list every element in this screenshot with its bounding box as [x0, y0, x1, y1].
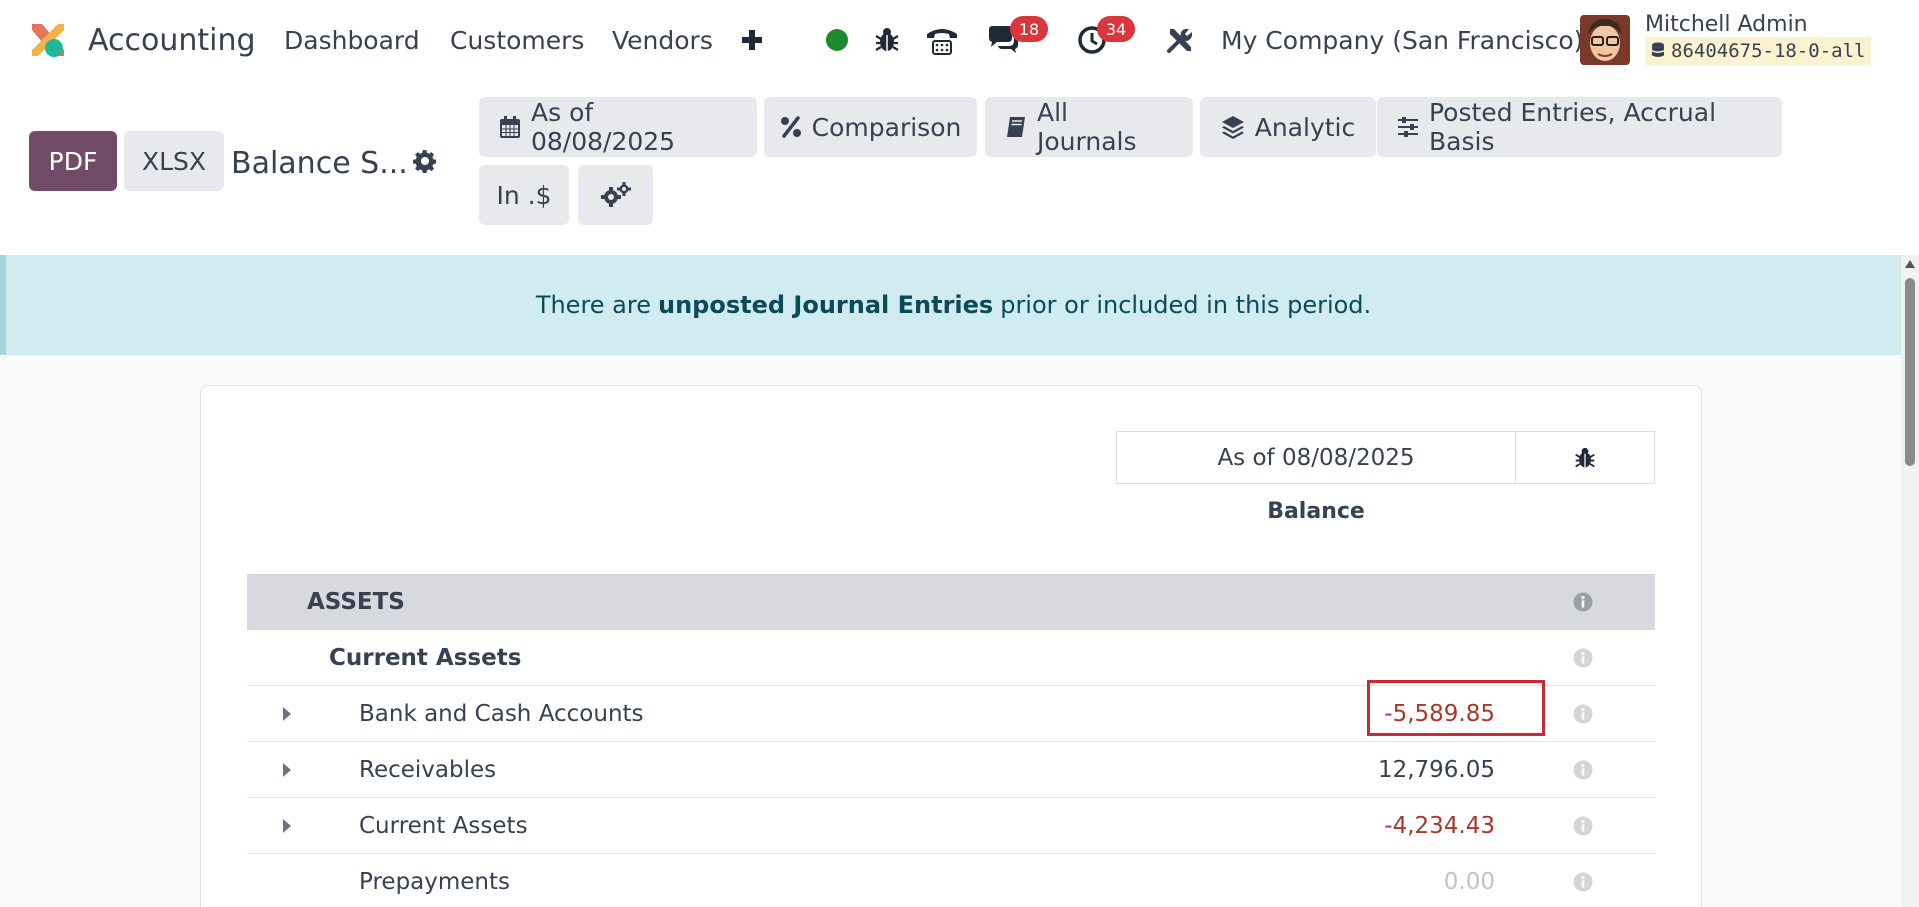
database-name: 86404675-18-0-all — [1671, 40, 1866, 62]
balance-column-header: Balance — [1267, 498, 1365, 524]
row-label: Current Assets — [329, 644, 522, 671]
phone-icon[interactable] — [924, 22, 960, 58]
options-filter-button[interactable]: Posted Entries, Accrual Basis — [1377, 97, 1782, 157]
sliders-icon — [1397, 116, 1419, 138]
unposted-entries-alert: There are unposted Journal Entries prior… — [0, 255, 1901, 355]
report-row-current-assets-group[interactable]: Current Assets — [247, 630, 1655, 686]
xlsx-button[interactable]: XLSX — [124, 131, 224, 191]
debug-column-bug-icon[interactable] — [1515, 431, 1655, 484]
date-filter-label: As of 08/08/2025 — [531, 98, 676, 156]
scrollbar-thumb[interactable] — [1905, 278, 1915, 466]
calendar-icon — [499, 115, 521, 139]
percent-icon — [780, 116, 802, 138]
menu-dashboard[interactable]: Dashboard — [284, 20, 420, 60]
alert-prefix: There are — [535, 291, 651, 319]
currency-filter-button[interactable]: In .$ — [479, 165, 569, 225]
app-name[interactable]: Accounting — [88, 20, 256, 60]
analytic-filter-button[interactable]: Analytic — [1200, 97, 1376, 157]
journals-filter-button[interactable]: All Journals — [985, 97, 1193, 157]
menu-customers[interactable]: Customers — [450, 20, 584, 60]
activities-count-badge: 34 — [1097, 16, 1135, 42]
database-icon — [1651, 42, 1665, 60]
comparison-button[interactable]: Comparison — [764, 97, 977, 157]
comparison-label: Comparison — [811, 112, 962, 142]
report-row-current-assets[interactable]: Current Assets -4,234.43 — [247, 798, 1655, 854]
menu-vendors[interactable]: Vendors — [612, 20, 713, 60]
row-label: Receivables — [359, 756, 497, 783]
info-icon[interactable] — [1572, 647, 1594, 669]
report-title: Balance S... — [231, 145, 408, 181]
options-filter-label: Posted Entries, Accrual Basis — [1429, 98, 1717, 156]
info-icon[interactable] — [1572, 871, 1594, 893]
caret-right-icon[interactable] — [281, 760, 293, 780]
info-icon[interactable] — [1572, 759, 1594, 781]
analytic-filter-label: Analytic — [1254, 112, 1356, 142]
row-label: Current Assets — [359, 812, 528, 839]
tools-icon[interactable] — [1162, 22, 1198, 58]
row-value[interactable]: 0.00 — [1444, 869, 1495, 895]
row-value[interactable]: -5,589.85 — [1384, 701, 1495, 727]
date-filter-button[interactable]: As of 08/08/2025 — [479, 97, 757, 157]
report-row-prepayments[interactable]: Prepayments 0.00 — [247, 854, 1655, 907]
info-icon[interactable] — [1572, 703, 1594, 725]
scroll-up-arrow-icon[interactable] — [1904, 258, 1916, 270]
pdf-button[interactable]: PDF — [29, 131, 117, 191]
report-row-bank-cash[interactable]: Bank and Cash Accounts -5,589.85 — [247, 686, 1655, 742]
plus-icon[interactable] — [740, 20, 764, 60]
column-date-header: As of 08/08/2025 — [1116, 431, 1516, 484]
row-label: ASSETS — [307, 589, 405, 615]
settings-cogs-icon[interactable] — [578, 165, 653, 225]
book-icon — [1005, 116, 1027, 138]
gear-icon[interactable] — [410, 146, 440, 176]
row-label: Bank and Cash Accounts — [359, 700, 644, 727]
bug-icon[interactable] — [869, 22, 905, 58]
row-label: Prepayments — [359, 869, 511, 895]
messages-count-badge: 18 — [1010, 16, 1048, 42]
layers-icon — [1221, 115, 1245, 139]
info-icon[interactable] — [1572, 815, 1594, 837]
company-switcher[interactable]: My Company (San Francisco) — [1221, 20, 1583, 60]
database-chip: 86404675-18-0-all — [1645, 37, 1872, 65]
presence-status-dot[interactable] — [826, 29, 848, 51]
journals-filter-label: All Journals — [1037, 98, 1137, 156]
caret-right-icon[interactable] — [281, 704, 293, 724]
user-avatar[interactable] — [1580, 15, 1630, 65]
row-value[interactable]: 12,796.05 — [1378, 757, 1495, 783]
info-icon[interactable] — [1572, 591, 1594, 613]
top-navbar: Accounting Dashboard Customers Vendors 1… — [0, 0, 1919, 80]
report-row-receivables[interactable]: Receivables 12,796.05 — [247, 742, 1655, 798]
caret-right-icon[interactable] — [281, 816, 293, 836]
row-value[interactable]: -4,234.43 — [1384, 813, 1495, 839]
unposted-entries-link[interactable]: unposted Journal Entries — [658, 291, 993, 319]
alert-suffix: prior or included in this period. — [1000, 291, 1372, 319]
user-name[interactable]: Mitchell Admin — [1645, 10, 1808, 38]
report-row-assets[interactable]: ASSETS — [247, 574, 1655, 630]
accounting-logo-icon[interactable] — [28, 20, 68, 60]
